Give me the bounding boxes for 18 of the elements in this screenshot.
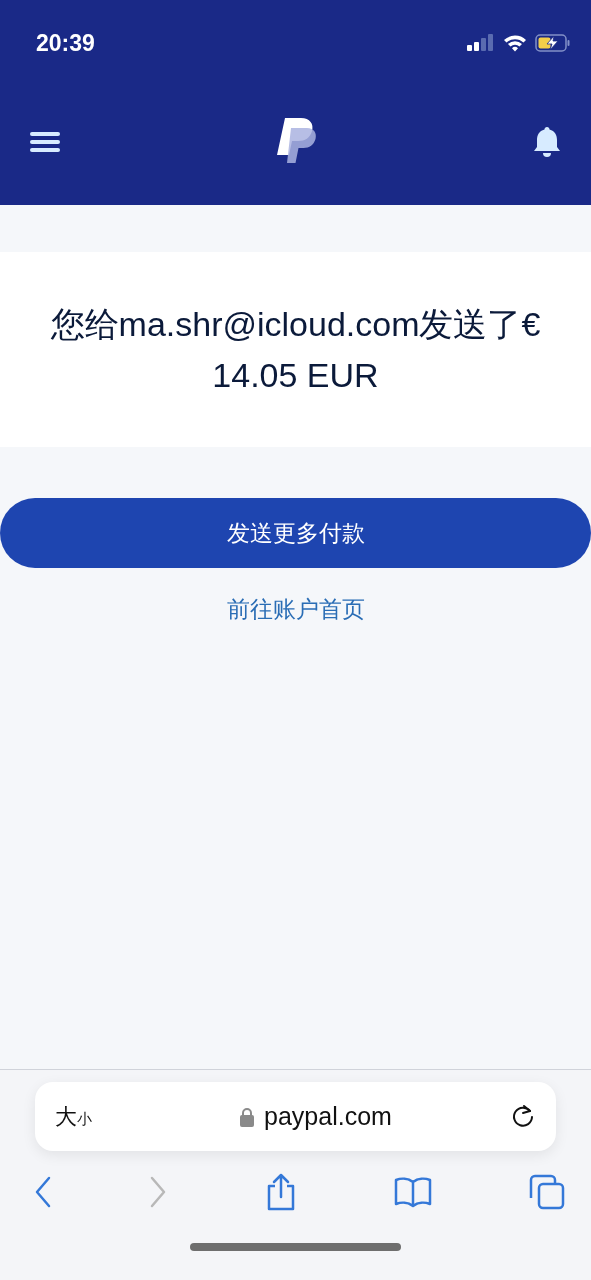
notifications-button[interactable]	[533, 125, 561, 158]
url-text: paypal.com	[264, 1102, 392, 1131]
wifi-icon	[503, 34, 527, 52]
menu-button[interactable]	[30, 130, 60, 153]
send-more-button[interactable]: 发送更多付款	[0, 498, 591, 568]
bookmarks-button[interactable]	[393, 1176, 432, 1208]
text-size-button[interactable]: 大小	[55, 1101, 92, 1132]
signal-icon	[467, 34, 495, 52]
account-home-link[interactable]: 前往账户首页	[226, 594, 365, 625]
confirmation-message: 您给ma.shr@icloud.com发送了€ 14.05 EUR	[49, 303, 542, 396]
back-button[interactable]	[34, 1176, 52, 1208]
tabs-button[interactable]	[529, 1174, 565, 1210]
address-bar[interactable]: 大小 paypal.com	[35, 1082, 556, 1151]
status-time: 20:39	[36, 29, 95, 57]
battery-charging-icon	[535, 34, 571, 52]
logo-icon	[276, 117, 317, 166]
reload-button[interactable]	[510, 1103, 536, 1130]
lock-icon	[240, 1106, 255, 1127]
